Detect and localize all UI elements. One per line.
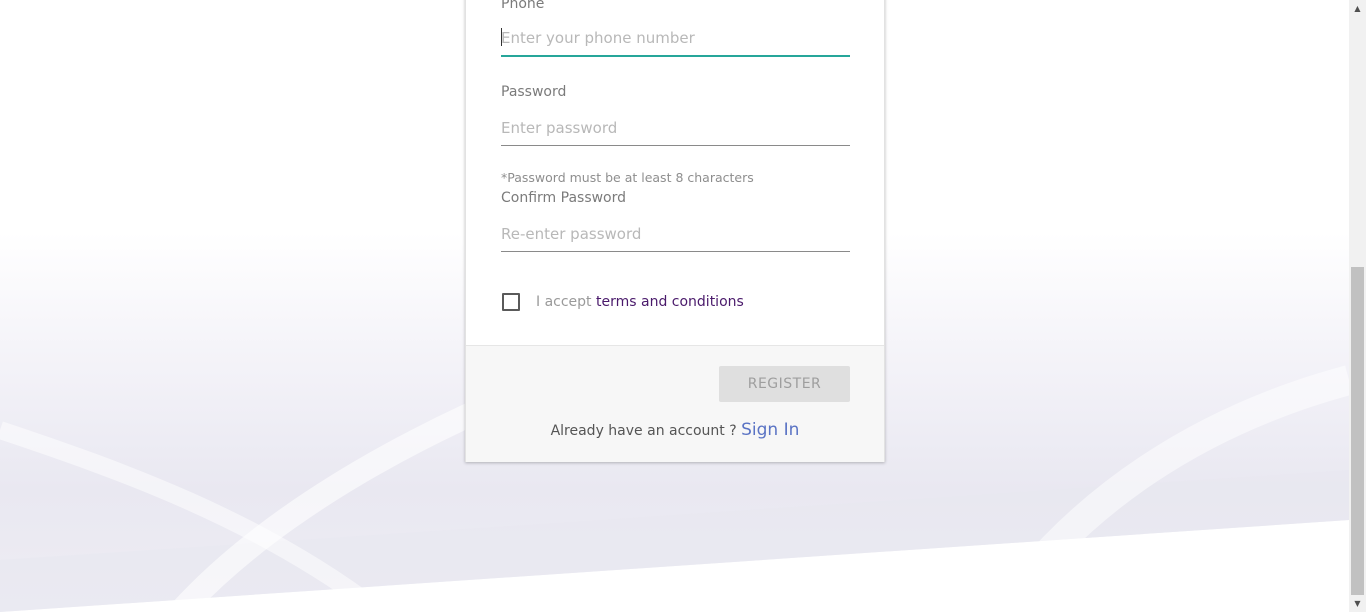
scroll-down-arrow-icon[interactable]: ▼ (1349, 595, 1366, 612)
terms-checkbox[interactable] (502, 293, 520, 311)
scroll-up-arrow-icon[interactable]: ▲ (1349, 0, 1366, 17)
scrollbar-thumb[interactable] (1351, 267, 1364, 595)
vertical-scrollbar[interactable]: ▲ ▼ (1349, 0, 1366, 612)
password-hint: *Password must be at least 8 characters (501, 170, 754, 185)
confirm-password-label: Confirm Password (501, 190, 627, 206)
password-input[interactable] (501, 110, 850, 146)
register-form: Phone Password *Password must be at leas… (466, 0, 884, 345)
card-footer: REGISTER Already have an account ? Sign … (466, 345, 884, 462)
signin-link[interactable]: Sign In (741, 420, 799, 440)
phone-input[interactable] (501, 21, 850, 57)
register-button[interactable]: REGISTER (719, 366, 850, 402)
register-card: Phone Password *Password must be at leas… (465, 0, 885, 462)
terms-label: I accept terms and conditions (536, 294, 744, 310)
signin-row: Already have an account ? Sign In (466, 420, 884, 440)
terms-link[interactable]: terms and conditions (596, 294, 744, 310)
text-caret (501, 28, 502, 46)
terms-prefix: I accept (536, 294, 596, 310)
confirm-password-input[interactable] (501, 216, 850, 252)
password-label: Password (501, 84, 567, 100)
phone-label: Phone (501, 0, 545, 12)
already-have-account-text: Already have an account ? (550, 423, 742, 439)
